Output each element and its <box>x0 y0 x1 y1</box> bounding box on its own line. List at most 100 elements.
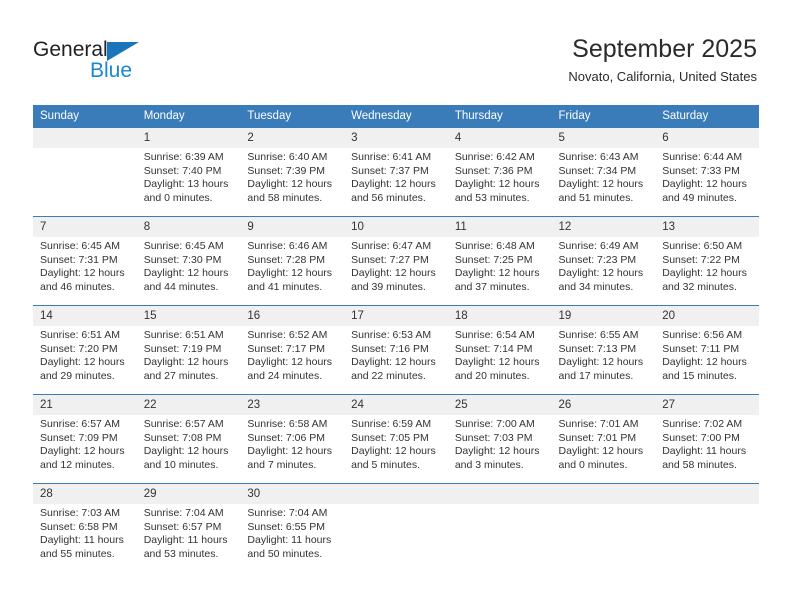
sunset-text: Sunset: 7:05 PM <box>351 431 429 444</box>
calendar-cell-day[interactable]: 1 Sunrise: 6:39 AM Sunset: 7:40 PM Daylight… <box>136 127 241 217</box>
calendar-cell-day[interactable]: 25 Sunrise: 7:00 AM Sunset: 7:03 PM Dayligh… <box>447 394 552 484</box>
day-details: Sunrise: 7:04 AM Sunset: 6:57 PM Daylight:… <box>137 504 241 561</box>
daylight-text-line1: Daylight: 12 hours <box>662 178 747 191</box>
day-details: Sunrise: 7:00 AM Sunset: 7:03 PM Daylight:… <box>448 415 552 472</box>
calendar-cell-day[interactable]: 5 Sunrise: 6:43 AM Sunset: 7:34 PM Daylight… <box>551 127 656 217</box>
calendar-cell-day[interactable]: 20 Sunrise: 6:56 AM Sunset: 7:11 PM Dayligh… <box>655 305 759 395</box>
day-number: 11 <box>447 217 552 237</box>
calendar-cell-day[interactable]: 3 Sunrise: 6:41 AM Sunset: 7:37 PM Daylight… <box>344 127 448 217</box>
calendar-cell-day[interactable]: 12 Sunrise: 6:49 AM Sunset: 7:23 PM Dayligh… <box>551 216 656 306</box>
calendar-cell-day[interactable]: 19 Sunrise: 6:55 AM Sunset: 7:13 PM Dayligh… <box>551 305 656 395</box>
day-number: 25 <box>447 395 552 415</box>
daylight-text-line2: and 7 minutes. <box>247 458 317 471</box>
calendar-cell-day[interactable]: 30 Sunrise: 7:04 AM Sunset: 6:55 PM Dayligh… <box>240 483 345 572</box>
calendar-cell-day[interactable]: 4 Sunrise: 6:42 AM Sunset: 7:36 PM Daylight… <box>447 127 552 217</box>
sunset-text: Sunset: 7:36 PM <box>454 164 533 177</box>
day-details: Sunrise: 6:50 AM Sunset: 7:22 PM Daylight:… <box>655 237 759 294</box>
calendar-cell-day[interactable]: 14 Sunrise: 6:51 AM Sunset: 7:20 PM Dayligh… <box>33 305 137 395</box>
day-number <box>655 484 759 504</box>
sunrise-text: Sunrise: 6:39 AM <box>143 151 224 163</box>
daylight-text-line2: and 3 minutes. <box>454 458 524 471</box>
calendar-cell-day[interactable]: 23 Sunrise: 6:58 AM Sunset: 7:06 PM Dayligh… <box>240 394 345 484</box>
day-number: 6 <box>655 128 759 148</box>
day-number: 21 <box>33 395 137 415</box>
day-details: Sunrise: 6:47 AM Sunset: 7:27 PM Daylight:… <box>344 237 448 294</box>
sunrise-text: Sunrise: 6:58 AM <box>247 418 328 430</box>
calendar-cell-day[interactable]: 10 Sunrise: 6:47 AM Sunset: 7:27 PM Dayligh… <box>344 216 448 306</box>
title-block: September 2025 Novato, California, Unite… <box>568 34 757 85</box>
calendar-cell-day[interactable]: 27 Sunrise: 7:02 AM Sunset: 7:00 PM Dayligh… <box>655 394 759 484</box>
daylight-text-line1: Daylight: 12 hours <box>351 267 436 280</box>
calendar-cell-day[interactable]: 18 Sunrise: 6:54 AM Sunset: 7:14 PM Dayligh… <box>447 305 552 395</box>
calendar-cell-day[interactable]: 22 Sunrise: 6:57 AM Sunset: 7:08 PM Dayligh… <box>136 394 241 484</box>
daylight-text-line1: Daylight: 12 hours <box>558 267 644 280</box>
sunrise-text: Sunrise: 7:00 AM <box>454 418 535 430</box>
day-number: 8 <box>136 217 241 237</box>
day-details: Sunrise: 6:42 AM Sunset: 7:36 PM Daylight:… <box>448 148 552 205</box>
sunrise-text: Sunrise: 6:59 AM <box>351 418 432 430</box>
sunset-text: Sunset: 7:00 PM <box>662 431 740 444</box>
day-number: 24 <box>344 395 448 415</box>
daylight-text-line1: Daylight: 12 hours <box>558 178 644 191</box>
weekday-header-saturday: Saturday <box>655 105 759 128</box>
daylight-text-line1: Daylight: 12 hours <box>351 356 436 369</box>
daylight-text-line1: Daylight: 12 hours <box>40 445 125 458</box>
calendar-cell-day[interactable]: 8 Sunrise: 6:45 AM Sunset: 7:30 PM Daylight… <box>136 216 241 306</box>
sunrise-text: Sunrise: 7:01 AM <box>558 418 639 430</box>
weekday-header-sunday: Sunday <box>33 105 137 128</box>
calendar-cell-day[interactable]: 16 Sunrise: 6:52 AM Sunset: 7:17 PM Dayligh… <box>240 305 345 395</box>
calendar-cell-day[interactable]: 26 Sunrise: 7:01 AM Sunset: 7:01 PM Dayligh… <box>551 394 656 484</box>
calendar-cell-day[interactable]: 6 Sunrise: 6:44 AM Sunset: 7:33 PM Daylight… <box>655 127 759 217</box>
daylight-text-line2: and 49 minutes. <box>662 191 737 204</box>
sunrise-text: Sunrise: 7:02 AM <box>662 418 743 430</box>
day-details: Sunrise: 6:53 AM Sunset: 7:16 PM Daylight:… <box>344 326 448 383</box>
calendar-cell-day[interactable]: 13 Sunrise: 6:50 AM Sunset: 7:22 PM Dayligh… <box>655 216 759 306</box>
sunrise-text: Sunrise: 6:44 AM <box>662 151 743 163</box>
daylight-text-line1: Daylight: 12 hours <box>247 178 333 191</box>
daylight-text-line1: Daylight: 11 hours <box>247 534 332 547</box>
sunset-text: Sunset: 7:25 PM <box>454 253 533 266</box>
calendar-cell-day[interactable]: 29 Sunrise: 7:04 AM Sunset: 6:57 PM Dayligh… <box>136 483 241 572</box>
calendar-cell-day[interactable]: 17 Sunrise: 6:53 AM Sunset: 7:16 PM Dayligh… <box>344 305 448 395</box>
day-details: Sunrise: 6:57 AM Sunset: 7:09 PM Daylight:… <box>33 415 137 472</box>
day-number: 5 <box>551 128 656 148</box>
calendar-body: 1 Sunrise: 6:39 AM Sunset: 7:40 PM Daylight… <box>33 127 759 572</box>
sunset-text: Sunset: 7:20 PM <box>40 342 118 355</box>
day-details: Sunrise: 6:56 AM Sunset: 7:11 PM Daylight:… <box>655 326 759 383</box>
day-number: 18 <box>447 306 552 326</box>
page-header: General Blue September 2025 Novato, Cali… <box>0 0 792 100</box>
day-number: 29 <box>136 484 241 504</box>
day-details: Sunrise: 7:04 AM Sunset: 6:55 PM Daylight:… <box>240 504 344 561</box>
sunset-text: Sunset: 7:28 PM <box>247 253 326 266</box>
sunset-text: Sunset: 7:06 PM <box>247 431 326 444</box>
calendar-cell-day[interactable]: 28 Sunrise: 7:03 AM Sunset: 6:58 PM Dayligh… <box>33 483 137 572</box>
day-details: Sunrise: 6:54 AM Sunset: 7:14 PM Daylight:… <box>448 326 552 383</box>
day-number: 12 <box>551 217 656 237</box>
day-details: Sunrise: 6:45 AM Sunset: 7:30 PM Daylight:… <box>137 237 241 294</box>
day-number: 14 <box>33 306 137 326</box>
calendar-cell-day[interactable]: 9 Sunrise: 6:46 AM Sunset: 7:28 PM Daylight… <box>240 216 345 306</box>
daylight-text-line1: Daylight: 12 hours <box>454 267 540 280</box>
calendar-cell-day[interactable]: 11 Sunrise: 6:48 AM Sunset: 7:25 PM Dayligh… <box>447 216 552 306</box>
calendar-cell-day[interactable]: 15 Sunrise: 6:51 AM Sunset: 7:19 PM Dayligh… <box>136 305 241 395</box>
daylight-text-line1: Daylight: 12 hours <box>247 356 333 369</box>
day-details: Sunrise: 6:51 AM Sunset: 7:20 PM Daylight:… <box>33 326 137 383</box>
day-details: Sunrise: 6:39 AM Sunset: 7:40 PM Daylight:… <box>137 148 241 205</box>
day-number: 4 <box>447 128 552 148</box>
weekday-header-row: Sunday Monday Tuesday Wednesday Thursday… <box>33 105 759 128</box>
sunrise-text: Sunrise: 6:47 AM <box>351 240 432 252</box>
day-number: 23 <box>240 395 345 415</box>
calendar-week-row: 14 Sunrise: 6:51 AM Sunset: 7:20 PM Dayligh… <box>33 305 759 395</box>
daylight-text-line1: Daylight: 12 hours <box>454 178 540 191</box>
calendar-cell-day[interactable]: 21 Sunrise: 6:57 AM Sunset: 7:09 PM Dayligh… <box>33 394 137 484</box>
calendar-week-row: 21 Sunrise: 6:57 AM Sunset: 7:09 PM Dayligh… <box>33 394 759 484</box>
sunset-text: Sunset: 7:37 PM <box>351 164 429 177</box>
sunset-text: Sunset: 7:01 PM <box>558 431 637 444</box>
calendar-cell-day[interactable]: 2 Sunrise: 6:40 AM Sunset: 7:39 PM Daylight… <box>240 127 345 217</box>
day-details: Sunrise: 6:41 AM Sunset: 7:37 PM Daylight:… <box>344 148 448 205</box>
sunset-text: Sunset: 7:03 PM <box>454 431 533 444</box>
calendar-cell-day[interactable]: 24 Sunrise: 6:59 AM Sunset: 7:05 PM Dayligh… <box>344 394 448 484</box>
calendar-cell-day[interactable]: 7 Sunrise: 6:45 AM Sunset: 7:31 PM Daylight… <box>33 216 137 306</box>
sunrise-text: Sunrise: 7:03 AM <box>40 507 120 519</box>
day-details: Sunrise: 6:44 AM Sunset: 7:33 PM Daylight:… <box>655 148 759 205</box>
